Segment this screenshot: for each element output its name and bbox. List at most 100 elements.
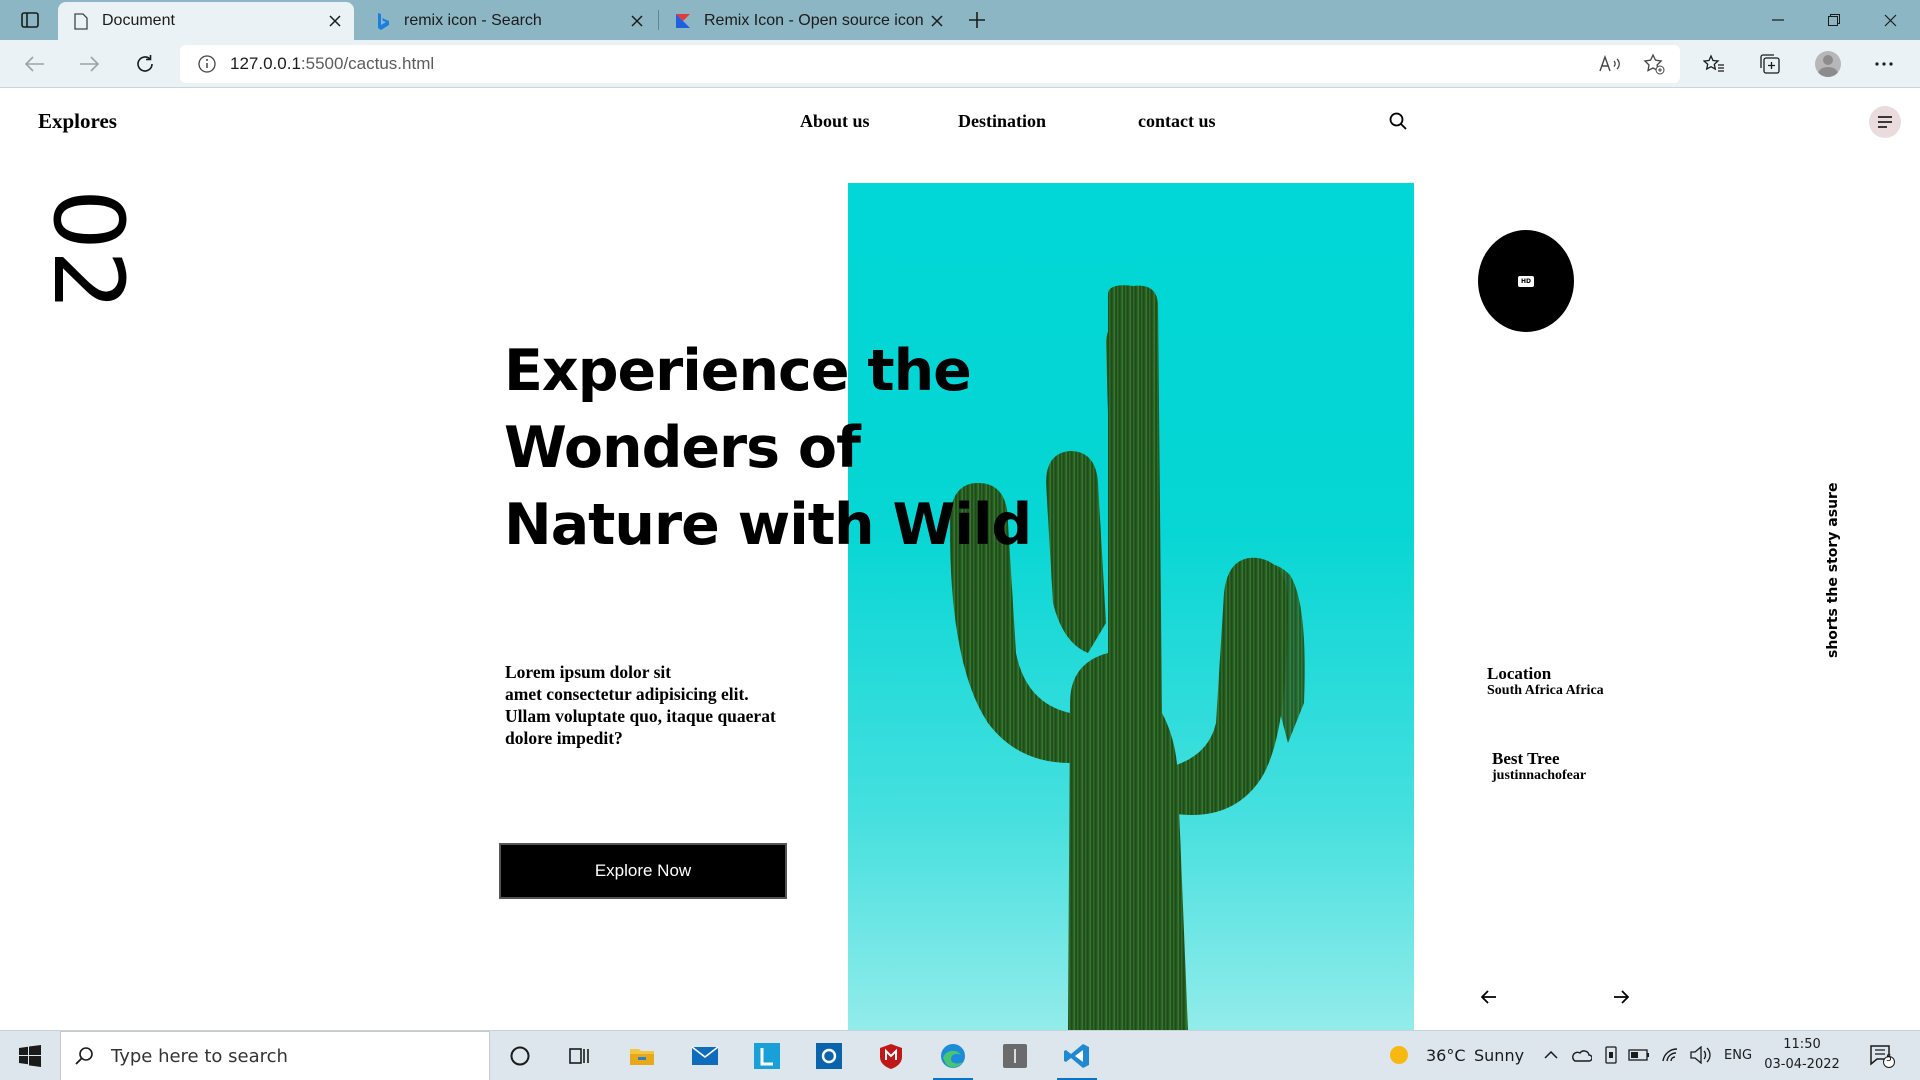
- forward-button[interactable]: [72, 48, 106, 80]
- notification-count: 5: [1886, 1054, 1892, 1064]
- language-indicator[interactable]: ENG: [1724, 1048, 1752, 1063]
- favorites-button[interactable]: [1696, 48, 1732, 80]
- location-block: Location South Africa Africa: [1487, 664, 1604, 699]
- close-tab-icon[interactable]: [924, 8, 950, 34]
- site-logo[interactable]: Explores: [38, 109, 117, 134]
- tab-document[interactable]: Document: [58, 2, 354, 40]
- best-tree-block: Best Tree justinnachofear: [1492, 749, 1586, 784]
- web-page: Explores About us Destination contact us…: [0, 88, 1920, 1030]
- next-slide-button[interactable]: [1609, 985, 1633, 1009]
- profile-button[interactable]: [1810, 48, 1846, 80]
- vscode-icon[interactable]: [1047, 1031, 1107, 1080]
- restore-icon: [1828, 14, 1840, 26]
- clock[interactable]: 11:50 03-04-2022: [1760, 1035, 1844, 1075]
- more-dots-icon: [1875, 62, 1893, 66]
- weather-condition[interactable]: Sunny: [1474, 1046, 1524, 1065]
- mail-icon[interactable]: [675, 1031, 735, 1080]
- tab-title: remix icon - Search: [404, 12, 542, 29]
- headline-line: Wonders of: [504, 415, 861, 481]
- close-window-button[interactable]: [1862, 0, 1918, 40]
- windows-icon: [19, 1045, 41, 1067]
- device-icon[interactable]: [1600, 1044, 1622, 1066]
- settings-menu-button[interactable]: [1866, 48, 1902, 80]
- url-text[interactable]: 127.0.0.1:5500/cactus.html: [230, 54, 434, 74]
- edge-icon[interactable]: [923, 1031, 983, 1080]
- taskbar: Type here to search 36°C Sunny ENG 11:50…: [0, 1030, 1920, 1080]
- taskbar-search-box[interactable]: Type here to search: [60, 1031, 490, 1080]
- paragraph-line: amet consectetur adipisicing elit.: [505, 684, 749, 704]
- tab-remix-search[interactable]: remix icon - Search: [360, 2, 656, 40]
- task-view-icon[interactable]: [550, 1031, 610, 1080]
- explore-now-button[interactable]: Explore Now: [499, 843, 787, 899]
- nav-destination[interactable]: Destination: [958, 111, 1046, 132]
- location-label: Location: [1487, 664, 1552, 683]
- cortana-icon[interactable]: [490, 1031, 550, 1080]
- nav-about-us[interactable]: About us: [800, 111, 870, 132]
- clock-date: 03-04-2022: [1764, 1057, 1840, 1072]
- remixicon-icon: [674, 12, 692, 30]
- refresh-icon: [137, 55, 153, 72]
- site-info-icon[interactable]: [196, 53, 218, 75]
- search-icon: [75, 1047, 93, 1065]
- url-path: :5500/cactus.html: [300, 54, 435, 73]
- bing-icon: [374, 12, 392, 30]
- prev-slide-button[interactable]: [1477, 985, 1501, 1009]
- read-aloud-button[interactable]: [1594, 50, 1626, 78]
- arrow-left-icon: [1481, 990, 1496, 1004]
- onedrive-icon[interactable]: [1570, 1044, 1592, 1066]
- tab-actions-icon: [21, 12, 39, 28]
- star-add-icon: [1643, 53, 1665, 75]
- close-tab-icon[interactable]: [322, 8, 348, 34]
- app-icon[interactable]: [985, 1031, 1045, 1080]
- hero-headline: Experience the Wonders of Nature with Wi…: [504, 333, 1032, 564]
- new-tab-button[interactable]: [962, 6, 992, 34]
- forward-arrow-icon: [80, 56, 99, 72]
- tab-title: Document: [102, 12, 175, 29]
- notification-center-button[interactable]: 5: [1868, 1043, 1896, 1069]
- mcafee-icon[interactable]: [861, 1031, 921, 1080]
- paragraph-line: Ullam voluptate quo, itaque quaerat: [505, 706, 776, 726]
- l-app-icon[interactable]: [737, 1031, 797, 1080]
- wifi-icon[interactable]: [1660, 1044, 1682, 1066]
- weather-temp[interactable]: 36°C: [1426, 1046, 1466, 1065]
- back-button[interactable]: [18, 48, 52, 80]
- minimize-icon: [1772, 19, 1784, 21]
- restore-button[interactable]: [1806, 0, 1862, 40]
- volume-icon[interactable]: [1690, 1044, 1712, 1066]
- search-button[interactable]: [1387, 110, 1409, 132]
- hd-video-button[interactable]: HD: [1478, 230, 1574, 332]
- page-icon: [72, 12, 90, 30]
- minimize-button[interactable]: [1750, 0, 1806, 40]
- menu-button[interactable]: [1869, 106, 1901, 138]
- file-explorer-icon[interactable]: [612, 1031, 672, 1080]
- close-icon: [1884, 14, 1896, 26]
- tab-remixicon[interactable]: Remix Icon - Open source icon lib: [660, 2, 956, 40]
- outlook-icon[interactable]: [799, 1031, 859, 1080]
- collections-icon: [1760, 54, 1780, 74]
- favorites-icon: [1703, 54, 1724, 72]
- headline-line: Nature with Wild: [504, 492, 1032, 558]
- close-tab-icon[interactable]: [624, 8, 650, 34]
- headline-line: Experience the: [504, 338, 972, 404]
- address-bar[interactable]: 127.0.0.1:5500/cactus.html: [180, 45, 1680, 83]
- best-tree-value: justinnachofear: [1492, 768, 1587, 783]
- best-tree-label: Best Tree: [1492, 749, 1560, 768]
- weather-sun-icon[interactable]: [1388, 1044, 1410, 1066]
- clock-time: 11:50: [1783, 1037, 1821, 1052]
- paragraph-line: dolore impedit?: [505, 728, 623, 748]
- add-favorite-button[interactable]: [1638, 50, 1670, 78]
- cactus-illustration: [949, 285, 1305, 1030]
- battery-icon[interactable]: [1628, 1044, 1650, 1066]
- refresh-button[interactable]: [128, 48, 162, 80]
- browser-toolbar: 127.0.0.1:5500/cactus.html: [0, 40, 1920, 88]
- tab-strip: Document remix icon - Search Remix Icon …: [0, 0, 1920, 40]
- plus-icon: [969, 12, 985, 28]
- tab-title: Remix Icon - Open source icon lib: [704, 12, 924, 29]
- start-button[interactable]: [0, 1031, 60, 1080]
- nav-contact-us[interactable]: contact us: [1138, 111, 1216, 132]
- tab-actions-button[interactable]: [14, 7, 46, 33]
- read-aloud-icon: [1599, 55, 1620, 72]
- slide-number: 02: [32, 188, 144, 312]
- show-hidden-icons-icon[interactable]: [1540, 1044, 1562, 1066]
- collections-button[interactable]: [1752, 48, 1788, 80]
